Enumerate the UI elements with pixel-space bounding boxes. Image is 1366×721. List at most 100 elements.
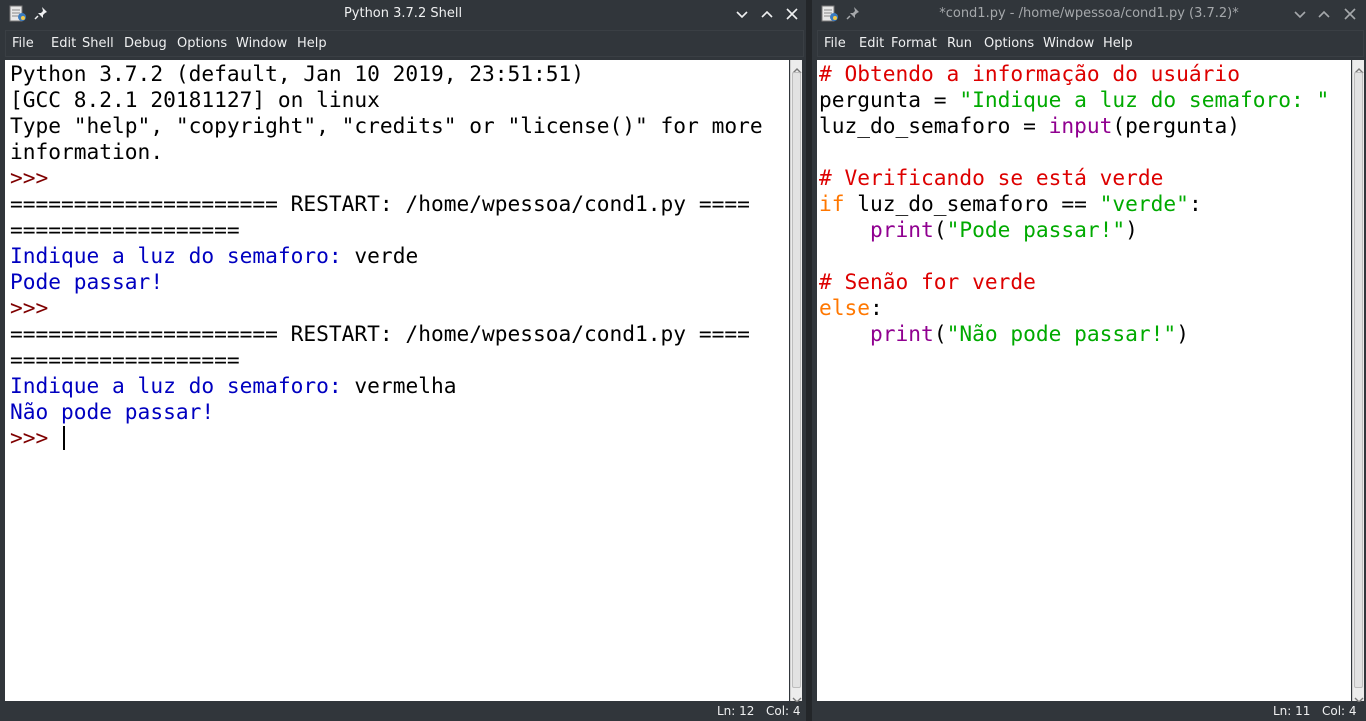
shell-prompt: >>> (10, 295, 49, 320)
shell-line: information. (10, 139, 164, 164)
text-cursor (63, 426, 66, 450)
editor-window: *cond1.py - /home/wpessoa/cond1.py (3.7.… (812, 0, 1366, 721)
restart-banner: ================== (10, 217, 240, 242)
code-keyword: if (819, 191, 845, 216)
code-line: pergunta = "Indique a luz do semaforo: " (819, 87, 1329, 113)
code-builtin: print (870, 321, 934, 346)
menu-options[interactable]: Options (984, 36, 1034, 51)
menu-file[interactable]: File (12, 36, 34, 51)
restart-banner: ================== (10, 347, 240, 372)
menu-help[interactable]: Help (297, 36, 327, 51)
input-prompt-text: Indique a luz do semaforo: (10, 373, 355, 398)
code-text: ( (933, 321, 947, 346)
user-input-text: vermelha (354, 373, 457, 398)
scroll-down-icon[interactable] (1354, 690, 1364, 703)
minimize-button[interactable] (734, 6, 750, 22)
editor-menubar: File Edit Format Run Options Window Help (817, 30, 1364, 57)
code-line: if luz_do_semaforo == "verde": (819, 191, 1202, 217)
code-text: (pergunta) (1112, 113, 1240, 138)
scroll-up-icon[interactable] (1354, 61, 1364, 74)
maximize-button[interactable] (759, 6, 775, 22)
code-text: ) (1176, 321, 1189, 346)
chevron-up-icon (761, 10, 773, 18)
code-comment: # Verificando se está verde (819, 165, 1164, 190)
scroll-up-icon[interactable] (792, 61, 802, 74)
code-text: luz_do_semaforo == (844, 191, 1100, 216)
scrollbar-thumb[interactable] (792, 72, 801, 688)
code-text: ( (933, 217, 947, 242)
menu-file[interactable]: File (824, 36, 846, 51)
shell-prompt: >>> (10, 425, 49, 450)
close-button[interactable] (784, 6, 800, 22)
shell-titlebar[interactable]: Python 3.7.2 Shell (0, 0, 806, 28)
shell-menubar: File Edit Shell Debug Options Window Hel… (5, 30, 804, 57)
code-text: pergunta = (819, 87, 960, 112)
chevron-up-icon (1318, 10, 1330, 18)
editor-titlebar[interactable]: *cond1.py - /home/wpessoa/cond1.py (3.7.… (812, 0, 1366, 28)
menu-format[interactable]: Format (891, 36, 937, 51)
program-output: Pode passar! (10, 269, 164, 294)
code-comment: # Obtendo a informação do usuário (819, 61, 1240, 86)
menu-options[interactable]: Options (177, 36, 227, 51)
restart-banner: ===================== RESTART: /home/wpe… (10, 321, 750, 346)
editor-statusbar: Ln: 11 Col: 4 (812, 702, 1366, 721)
shell-line: Indique a luz do semaforo: vermelha (10, 373, 456, 399)
menu-help[interactable]: Help (1103, 36, 1133, 51)
shell-line: [GCC 8.2.1 20181127] on linux (10, 87, 380, 112)
shell-scrollbar[interactable] (790, 60, 802, 703)
editor-scrollbar[interactable] (1352, 60, 1364, 703)
shell-prompt: >>> (10, 165, 49, 190)
scrollbar-thumb[interactable] (1354, 72, 1363, 688)
window-title: *cond1.py - /home/wpessoa/cond1.py (3.7.… (939, 6, 1239, 21)
shell-statusbar: Ln: 12 Col: 4 (0, 702, 806, 721)
input-prompt-text: Indique a luz do semaforo: (10, 243, 355, 268)
menu-run[interactable]: Run (947, 36, 972, 51)
minimize-button[interactable] (1292, 6, 1308, 22)
code-line: print("Pode passar!") (819, 217, 1138, 243)
shell-line: Indique a luz do semaforo: verde (10, 243, 418, 269)
restart-banner: ===================== RESTART: /home/wpe… (10, 191, 750, 216)
code-builtin: input (1048, 113, 1113, 138)
code-string: "Não pode passar!" (946, 321, 1177, 346)
code-builtin: print (870, 217, 934, 242)
code-string: "Pode passar!" (946, 217, 1126, 242)
program-output: Não pode passar! (10, 399, 215, 424)
maximize-button[interactable] (1316, 6, 1332, 22)
code-text: : (870, 295, 883, 320)
code-line: else: (819, 295, 883, 321)
close-icon (786, 8, 798, 20)
code-line: luz_do_semaforo = input(pergunta) (819, 113, 1240, 139)
code-line: print("Não pode passar!") (819, 321, 1189, 347)
menu-edit[interactable]: Edit (51, 36, 76, 51)
code-comment: # Senão for verde (819, 269, 1036, 294)
menu-debug[interactable]: Debug (124, 36, 167, 51)
window-title: Python 3.7.2 Shell (343, 6, 463, 21)
code-string: "Indique a luz do semaforo: " (959, 87, 1330, 112)
close-button[interactable] (1342, 6, 1358, 22)
shell-line: Type "help", "copyright", "credits" or "… (10, 113, 763, 138)
code-string: "verde" (1099, 191, 1189, 216)
menu-window[interactable]: Window (1043, 36, 1094, 51)
close-icon (1344, 8, 1356, 20)
shell-text-area[interactable]: Python 3.7.2 (default, Jan 10 2019, 23:5… (5, 60, 789, 701)
shell-line: >>> (10, 425, 66, 451)
code-text: luz_do_semaforo = (819, 113, 1049, 138)
chevron-down-icon (1294, 11, 1306, 19)
chevron-down-icon (736, 11, 748, 19)
column-number: Col: 4 (1322, 704, 1357, 718)
code-keyword: else (819, 295, 871, 320)
scroll-down-icon[interactable] (792, 690, 802, 703)
menu-shell[interactable]: Shell (82, 36, 114, 51)
code-editor[interactable]: # Obtendo a informação do usuário pergun… (817, 60, 1351, 701)
code-text: : (1188, 191, 1202, 216)
code-text: ) (1125, 217, 1138, 242)
column-number: Col: 4 (766, 704, 801, 718)
line-number: Ln: 11 (1273, 704, 1311, 718)
shell-line: Python 3.7.2 (default, Jan 10 2019, 23:5… (10, 61, 585, 86)
menu-edit[interactable]: Edit (859, 36, 884, 51)
menu-window[interactable]: Window (236, 36, 287, 51)
user-input-text: verde (354, 243, 419, 268)
shell-window: Python 3.7.2 Shell File Edit Shell Debug… (0, 0, 806, 721)
